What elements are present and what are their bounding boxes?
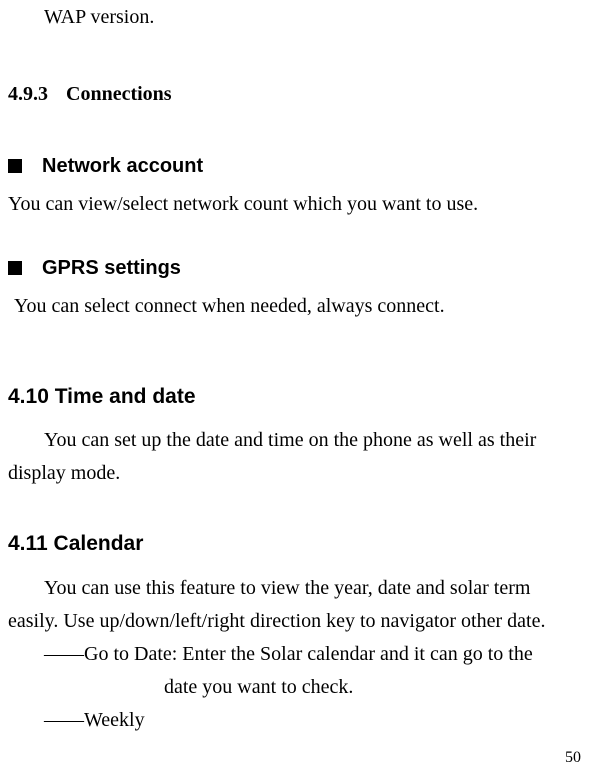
weekly-line: ――Weekly [44, 704, 577, 737]
go-to-date-line2: date you want to check. [164, 671, 583, 704]
section-title: Connections [66, 83, 172, 105]
gprs-settings-body: You can select connect when needed, alwa… [14, 291, 583, 321]
gprs-settings-heading: GPRS settings [8, 255, 583, 281]
section-4-11-heading: 4.11 Calendar [8, 530, 583, 557]
square-bullet-icon [8, 261, 22, 275]
section-4-9-3-heading: 4.9.3 Connections [8, 81, 583, 107]
square-bullet-icon [8, 159, 22, 173]
heading-text: GPRS settings [42, 255, 181, 281]
section-4-10-body-line1: You can set up the date and time on the … [8, 424, 581, 457]
section-4-11-body-line2: easily. Use up/down/left/right direction… [8, 605, 581, 638]
network-account-body: You can view/select network count which … [8, 189, 583, 219]
section-4-10-body-line2: display mode. [8, 457, 581, 490]
page-number: 50 [565, 749, 581, 767]
section-4-11-body-line1: You can use this feature to view the yea… [8, 572, 581, 605]
document-page: WAP version. 4.9.3 Connections Network ac… [0, 3, 591, 773]
go-to-date-line1: ――Go to Date: Enter the Solar calendar a… [44, 638, 577, 671]
section-4-10-heading: 4.10 Time and date [8, 383, 583, 410]
network-account-heading: Network account [8, 153, 583, 179]
heading-text: Network account [42, 153, 203, 179]
section-number: 4.9.3 [8, 81, 48, 107]
top-fragment-text: WAP version. [44, 3, 583, 31]
